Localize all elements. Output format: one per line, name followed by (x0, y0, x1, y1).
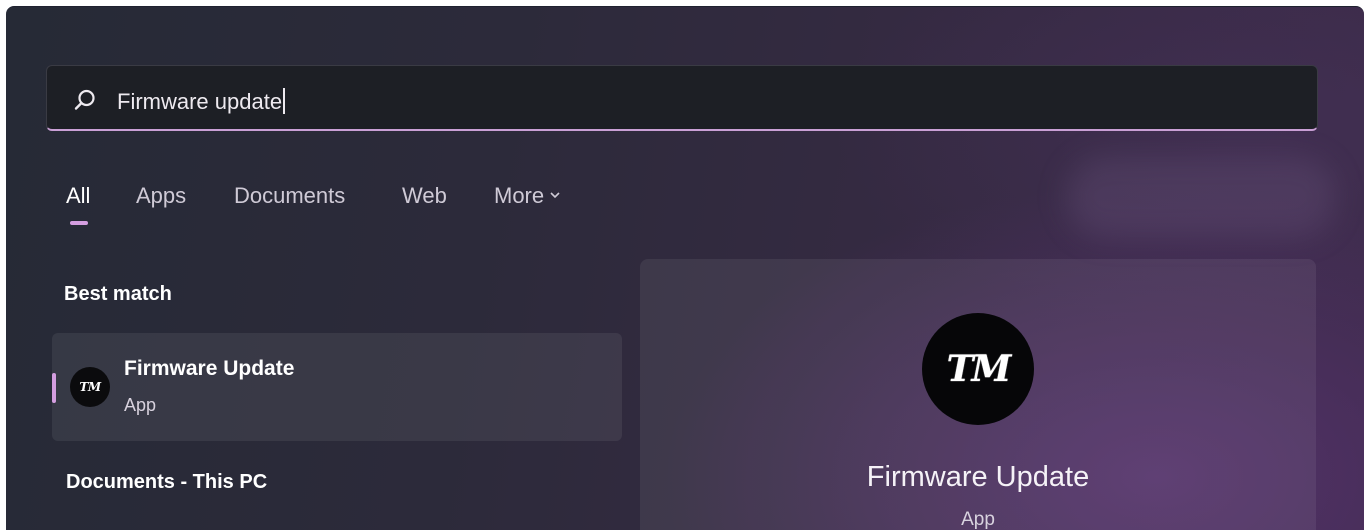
text-caret (283, 88, 286, 114)
search-icon (74, 89, 95, 110)
documents-heading: Documents - This PC (66, 471, 268, 493)
preview-app-name: Firmware Update (866, 461, 1090, 493)
search-input-value: Firmware update (117, 89, 283, 114)
preview-app-logo-icon: TM (922, 313, 1034, 425)
app-logo-icon: TM (70, 367, 110, 407)
best-match-name: Firmware Update (124, 357, 295, 380)
best-match-heading: Best match (64, 283, 172, 305)
account-area-blurred (1066, 157, 1336, 237)
active-tab-indicator (70, 221, 88, 225)
tab-apps[interactable]: Apps (136, 183, 186, 209)
tab-documents[interactable]: Documents (234, 183, 345, 209)
search-input[interactable]: Firmware update (117, 88, 286, 115)
chevron-down-icon (550, 192, 560, 199)
search-box[interactable]: Firmware update (46, 65, 1318, 131)
best-match-item[interactable]: TM Firmware Update App (52, 333, 622, 441)
tab-all[interactable]: All (66, 183, 90, 209)
preview-app-type: App (961, 509, 995, 530)
tab-more[interactable]: More (494, 183, 562, 209)
tab-web[interactable]: Web (402, 183, 447, 209)
selection-accent (52, 373, 56, 403)
tab-more-label: More (494, 183, 545, 208)
app-preview-pane: TM Firmware Update App (640, 259, 1316, 530)
start-search-panel: Firmware update All Apps Documents Web M… (6, 6, 1364, 530)
best-match-type: App (124, 395, 157, 415)
